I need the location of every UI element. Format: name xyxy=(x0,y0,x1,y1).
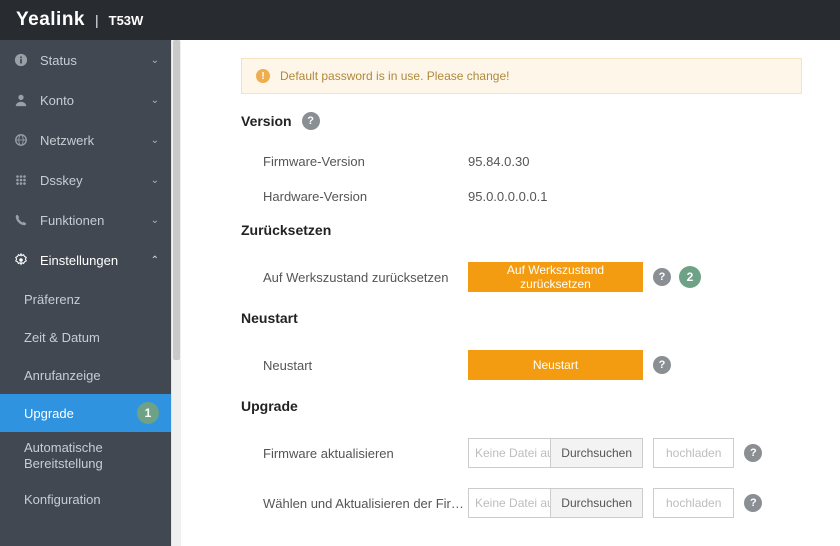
field-label: Auf Werkszustand zurücksetzen xyxy=(263,270,468,285)
section-title: Upgrade xyxy=(241,398,298,414)
field-label: Neustart xyxy=(263,358,468,373)
section-title: Version xyxy=(241,113,292,129)
phone-icon xyxy=(12,213,30,227)
main-content: ! Default password is in use. Please cha… xyxy=(181,40,840,546)
row-factory-reset: Auf Werkszustand zurücksetzen Auf Werksz… xyxy=(241,252,802,302)
sidebar-item-netzwerk[interactable]: Netzwerk ⌄ xyxy=(0,120,171,160)
section-title: Zurücksetzen xyxy=(241,222,331,238)
help-icon[interactable]: ? xyxy=(744,494,762,512)
section-restart: Neustart xyxy=(241,310,802,326)
nav-label: Netzwerk xyxy=(40,133,151,148)
section-reset: Zurücksetzen xyxy=(241,222,802,238)
browse-button[interactable]: Durchsuchen xyxy=(550,489,642,517)
user-icon xyxy=(12,93,30,107)
gear-icon xyxy=(12,253,30,267)
sidebar-item-einstellungen[interactable]: Einstellungen ⌃ xyxy=(0,240,171,280)
row-hardware-version: Hardware-Version 95.0.0.0.0.0.1 xyxy=(241,179,802,214)
help-icon[interactable]: ? xyxy=(653,268,671,286)
chevron-down-icon: ⌄ xyxy=(151,55,159,66)
scroll-thumb[interactable] xyxy=(173,40,180,360)
chevron-down-icon: ⌄ xyxy=(151,215,159,226)
sub-label: Automatische Bereitstellung xyxy=(24,440,159,472)
chevron-down-icon: ⌄ xyxy=(151,135,159,146)
sidebar-item-dsskey[interactable]: Dsskey ⌄ xyxy=(0,160,171,200)
section-title: Neustart xyxy=(241,310,298,326)
sidebar-item-konto[interactable]: Konto ⌄ xyxy=(0,80,171,120)
chevron-down-icon: ⌄ xyxy=(151,175,159,186)
section-version: Version ? xyxy=(241,112,802,130)
sidebar-sub-upgrade[interactable]: Upgrade 1 xyxy=(0,394,171,432)
file-input-firmware[interactable]: Keine Datei ausg Durchsuchen xyxy=(468,438,643,468)
file-placeholder: Keine Datei ausg xyxy=(469,489,550,517)
row-upgrade-rom: Wählen und Aktualisieren der Firmware de… xyxy=(241,478,802,528)
sub-label: Präferenz xyxy=(24,292,80,307)
file-placeholder: Keine Datei ausg xyxy=(469,439,550,467)
sub-label: Upgrade xyxy=(24,406,74,421)
field-label: Firmware-Version xyxy=(263,154,468,169)
brand-divider: | xyxy=(95,12,99,28)
file-input-rom[interactable]: Keine Datei ausg Durchsuchen xyxy=(468,488,643,518)
help-icon[interactable]: ? xyxy=(302,112,320,130)
model-label: T53W xyxy=(109,13,144,28)
sidebar-item-status[interactable]: Status ⌄ xyxy=(0,40,171,80)
sidebar-sub-konfiguration[interactable]: Konfiguration xyxy=(0,480,171,518)
topbar: Yealink | T53W xyxy=(0,0,840,40)
sidebar: Status ⌄ Konto ⌄ Netzwerk ⌄ Dsskey ⌄ xyxy=(0,40,171,546)
scrollbar[interactable] xyxy=(171,40,181,546)
help-icon[interactable]: ? xyxy=(744,444,762,462)
nav-label: Funktionen xyxy=(40,213,151,228)
row-firmware-version: Firmware-Version 95.84.0.30 xyxy=(241,144,802,179)
row-restart: Neustart Neustart ? xyxy=(241,340,802,390)
row-upgrade-firmware: Firmware aktualisieren Keine Datei ausg … xyxy=(241,428,802,478)
nav-label: Einstellungen xyxy=(40,253,151,268)
sub-label: Anrufanzeige xyxy=(24,368,101,383)
chevron-down-icon: ⌄ xyxy=(151,95,159,106)
restart-button[interactable]: Neustart xyxy=(468,350,643,380)
sidebar-sub-anrufanzeige[interactable]: Anrufanzeige xyxy=(0,356,171,394)
sub-label: Zeit & Datum xyxy=(24,330,100,345)
nav-label: Status xyxy=(40,53,151,68)
browse-button[interactable]: Durchsuchen xyxy=(550,439,642,467)
globe-icon xyxy=(12,133,30,147)
sub-label: Konfiguration xyxy=(24,492,101,507)
sidebar-sub-auto[interactable]: Automatische Bereitstellung xyxy=(0,432,171,480)
sidebar-sub-praferenz[interactable]: Präferenz xyxy=(0,280,171,318)
step-badge-1: 1 xyxy=(137,402,159,424)
field-label: Hardware-Version xyxy=(263,189,468,204)
step-badge-2: 2 xyxy=(679,266,701,288)
nav-label: Dsskey xyxy=(40,173,151,188)
factory-reset-button[interactable]: Auf Werkszustand zurücksetzen xyxy=(468,262,643,292)
field-value: 95.0.0.0.0.0.1 xyxy=(468,189,643,204)
nav-label: Konto xyxy=(40,93,151,108)
warning-icon: ! xyxy=(256,69,270,83)
sidebar-item-funktionen[interactable]: Funktionen ⌄ xyxy=(0,200,171,240)
section-upgrade: Upgrade xyxy=(241,398,802,414)
field-value: 95.84.0.30 xyxy=(468,154,643,169)
upload-button[interactable]: hochladen xyxy=(653,438,734,468)
sidebar-sub-zeit[interactable]: Zeit & Datum xyxy=(0,318,171,356)
keypad-icon xyxy=(12,173,30,187)
field-label: Firmware aktualisieren xyxy=(263,446,468,461)
upload-button[interactable]: hochladen xyxy=(653,488,734,518)
brand-logo: Yealink xyxy=(16,9,85,31)
alert-text: Default password is in use. Please chang… xyxy=(280,69,509,83)
info-icon xyxy=(12,53,30,67)
help-icon[interactable]: ? xyxy=(653,356,671,374)
chevron-up-icon: ⌃ xyxy=(151,255,159,266)
password-alert: ! Default password is in use. Please cha… xyxy=(241,58,802,94)
field-label: Wählen und Aktualisieren der Firmware de… xyxy=(263,496,468,511)
